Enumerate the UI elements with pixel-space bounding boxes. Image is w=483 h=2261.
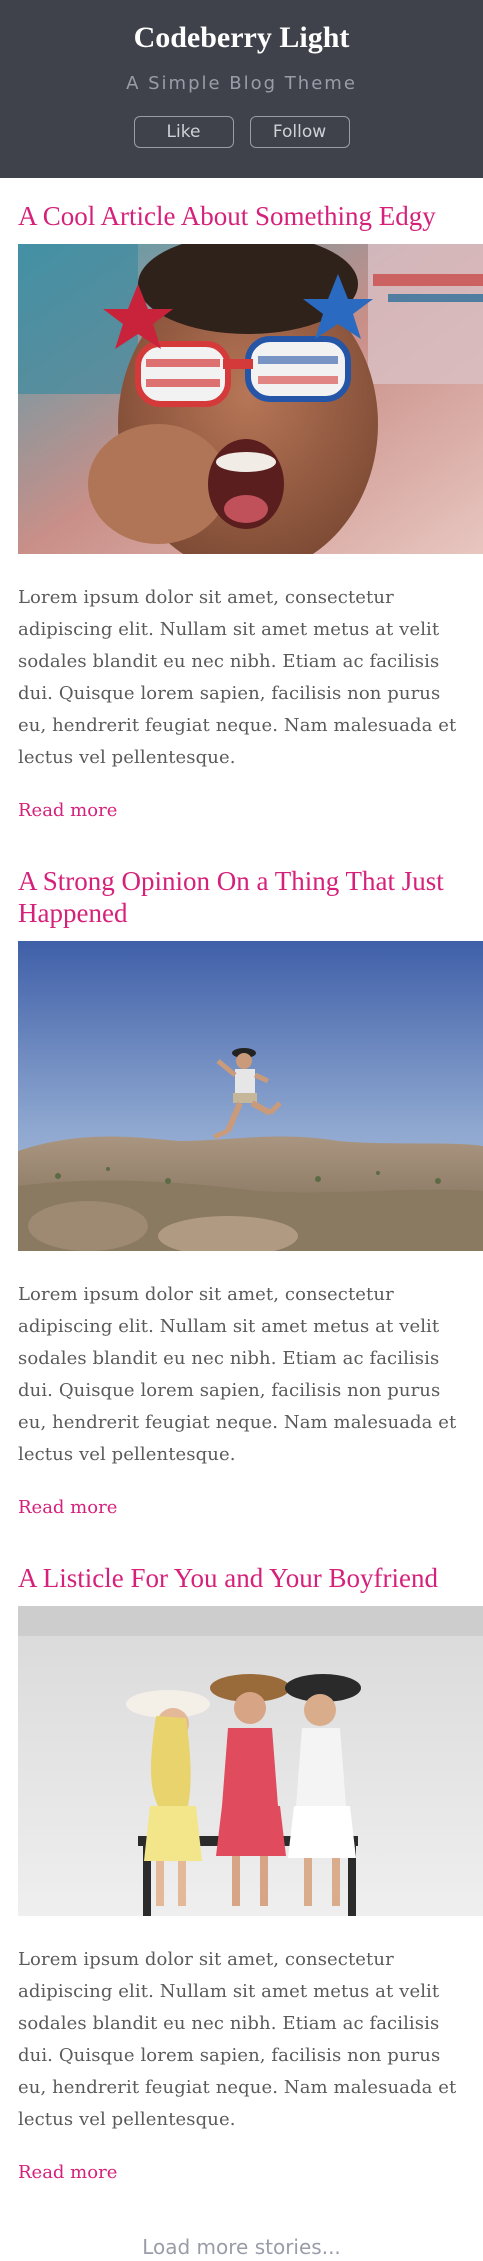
post-card: A Cool Article About Something Edgy Lore…	[18, 178, 483, 843]
header-buttons: Like Follow	[0, 116, 483, 148]
post-card: A Listicle For You and Your Boyfriend Lo…	[18, 1540, 483, 2205]
post-image-three-friends-on-bench[interactable]	[18, 1606, 483, 1916]
post-image-woman-jumping-desert[interactable]	[18, 941, 483, 1251]
post-card: A Strong Opinion On a Thing That Just Ha…	[18, 843, 483, 1540]
post-excerpt: Lorem ipsum dolor sit amet, consectetur …	[18, 587, 457, 768]
read-more-link[interactable]: Read more	[18, 799, 117, 823]
load-more-button[interactable]: Load more stories...	[18, 2233, 465, 2261]
post-title[interactable]: A Cool Article About Something Edgy	[18, 200, 465, 232]
post-image-kid-with-star-glasses[interactable]	[18, 244, 483, 554]
read-more-link[interactable]: Read more	[18, 2161, 117, 2185]
follow-button[interactable]: Follow	[249, 116, 350, 148]
post-excerpt: Lorem ipsum dolor sit amet, consectetur …	[18, 1284, 457, 1465]
site-header: Codeberry Light A Simple Blog Theme Like…	[0, 0, 483, 178]
blog-title: Codeberry Light	[133, 21, 350, 54]
post-title[interactable]: A Listicle For You and Your Boyfriend	[18, 1562, 465, 1594]
post-title[interactable]: A Strong Opinion On a Thing That Just Ha…	[18, 865, 465, 929]
read-more-link[interactable]: Read more	[18, 1496, 117, 1520]
post-excerpt: Lorem ipsum dolor sit amet, consectetur …	[18, 1949, 457, 2130]
post-list: A Cool Article About Something Edgy Lore…	[0, 178, 483, 2261]
like-button[interactable]: Like	[133, 116, 234, 148]
blog-subtitle: A Simple Blog Theme	[126, 73, 357, 94]
